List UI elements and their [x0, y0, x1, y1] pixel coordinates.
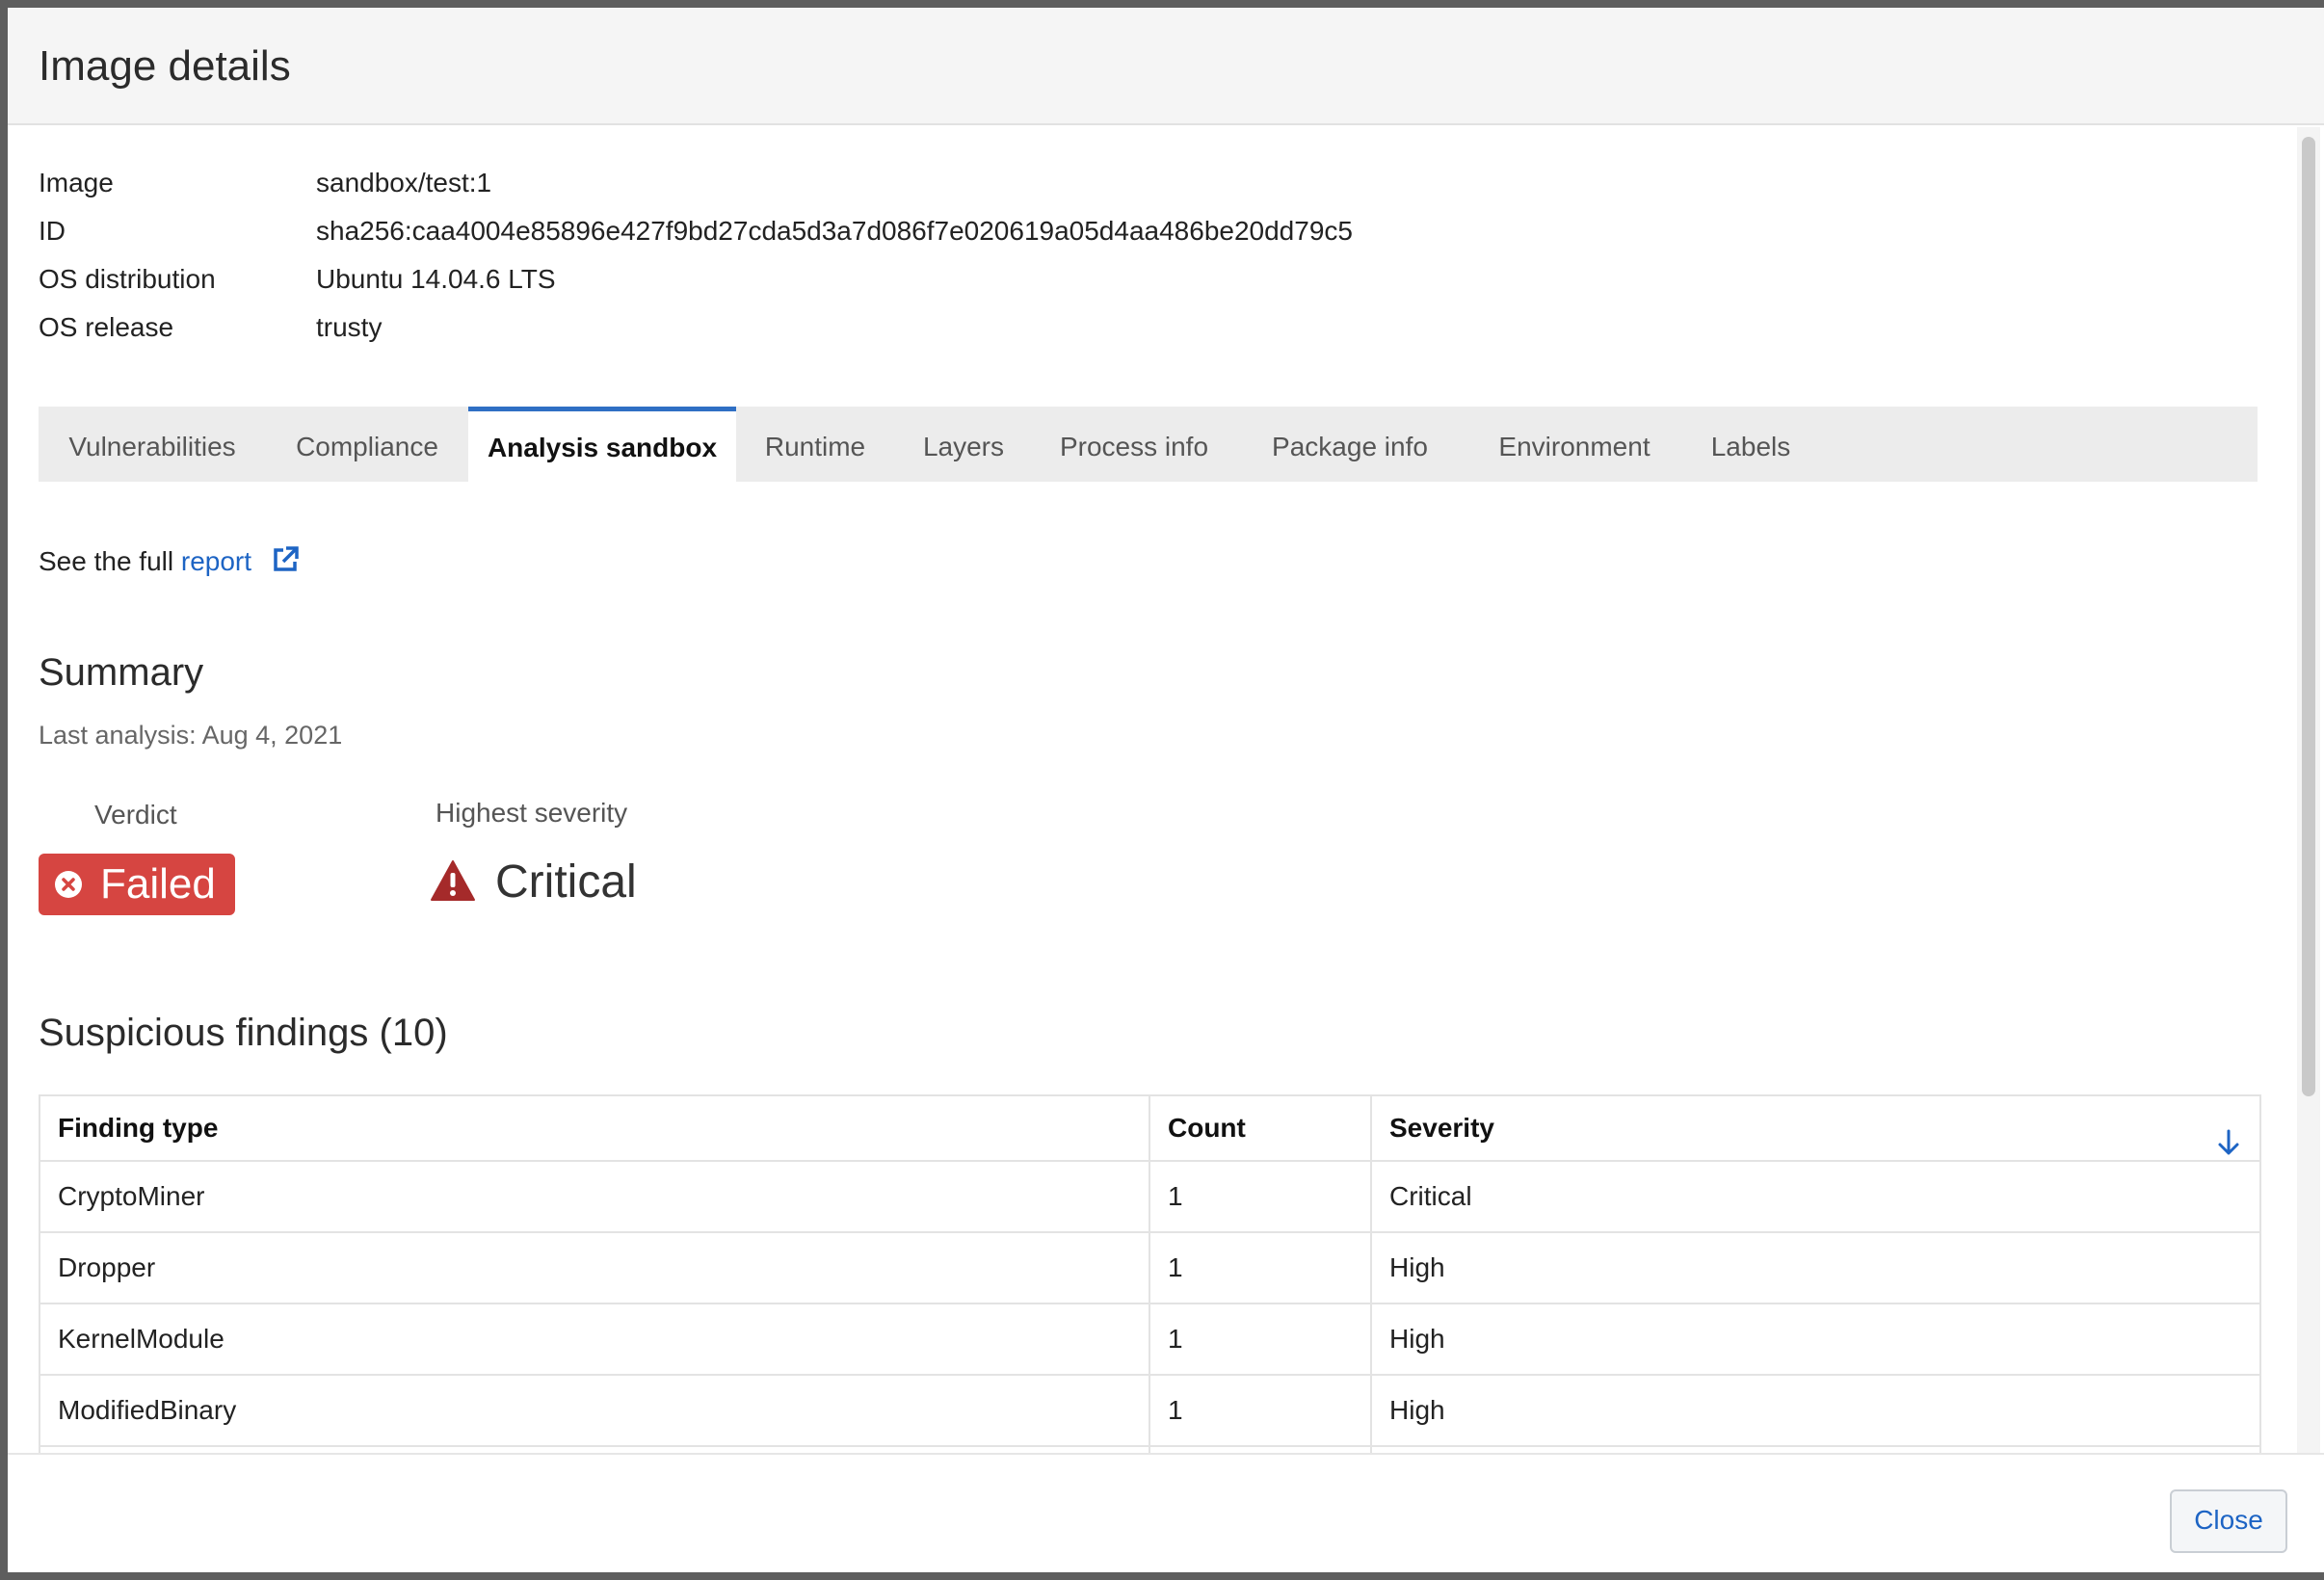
vertical-scrollbar[interactable] [2297, 127, 2320, 1453]
meta-label: OS distribution [39, 264, 216, 294]
tab-compliance[interactable]: Compliance [266, 407, 468, 482]
report-link[interactable]: report [181, 546, 251, 576]
column-header-severity-label: Severity [1389, 1113, 1494, 1143]
finding-type-cell: CryptoMiner [40, 1162, 1150, 1231]
meta-value: trusty [316, 312, 383, 342]
tab-runtime[interactable]: Runtime [736, 407, 894, 482]
image-details-dialog: Image details Image sandbox/test:1 ID sh… [8, 8, 2324, 1572]
finding-type-cell: KernelModule [40, 1304, 1150, 1374]
warning-triangle-icon [430, 859, 476, 907]
table-row[interactable]: CryptoMiner 1 Critical [40, 1162, 2259, 1233]
scrollbar-thumb[interactable] [2302, 137, 2315, 1096]
findings-table: Finding type Count Severity CryptoMiner … [39, 1094, 2261, 1455]
severity-cell: High [1389, 1395, 1445, 1425]
x-circle-icon [54, 870, 83, 904]
summary-title: Summary [39, 651, 204, 694]
full-report-line: See the full report [39, 545, 300, 581]
tab-process-info[interactable]: Process info [1033, 407, 1235, 482]
finding-type-cell: Dropper [40, 1233, 1150, 1303]
verdict-badge: Failed [39, 854, 235, 915]
column-header-severity[interactable]: Severity [1372, 1096, 2259, 1160]
tab-bar: Vulnerabilities Compliance Analysis sand… [39, 407, 2258, 482]
meta-label: OS release [39, 312, 174, 342]
last-analysis: Last analysis: Aug 4, 2021 [39, 721, 343, 750]
tab-layers[interactable]: Layers [894, 407, 1033, 482]
severity-cell: High [1389, 1324, 1445, 1354]
verdict-value: Failed [100, 860, 216, 908]
column-header-finding-type[interactable]: Finding type [40, 1096, 1150, 1160]
column-header-count[interactable]: Count [1150, 1096, 1372, 1160]
count-cell: 1 [1150, 1162, 1372, 1231]
meta-value: sandbox/test:1 [316, 168, 492, 198]
report-prefix: See the full [39, 546, 174, 576]
findings-title: Suspicious findings (10) [39, 1012, 448, 1054]
count-cell: 1 [1150, 1304, 1372, 1374]
verdict-label: Verdict [94, 800, 177, 830]
count-cell: 1 [1150, 1376, 1372, 1445]
tab-vulnerabilities[interactable]: Vulnerabilities [39, 407, 266, 482]
table-header-row: Finding type Count Severity [40, 1096, 2259, 1162]
table-row[interactable]: KernelModule 1 High [40, 1304, 2259, 1376]
meta-label: Image [39, 168, 114, 198]
external-link-icon[interactable] [271, 545, 300, 581]
dialog-header: Image details [8, 8, 2324, 125]
tab-labels[interactable]: Labels [1684, 407, 1817, 482]
dialog-footer: Close [8, 1453, 2324, 1572]
count-cell: 1 [1150, 1233, 1372, 1303]
severity-cell: High [1389, 1252, 1445, 1282]
close-button[interactable]: Close [2170, 1489, 2287, 1553]
highest-severity-label: Highest severity [436, 798, 628, 828]
dialog-title: Image details [39, 42, 291, 90]
meta-value: sha256:caa4004e85896e427f9bd27cda5d3a7d0… [316, 216, 1353, 246]
dialog-body: Image sandbox/test:1 ID sha256:caa4004e8… [8, 125, 2285, 1455]
meta-label: ID [39, 216, 66, 246]
severity-cell: Critical [1389, 1181, 1472, 1211]
tab-environment[interactable]: Environment [1465, 407, 1684, 482]
finding-type-cell: ModifiedBinary [40, 1376, 1150, 1445]
table-row[interactable]: Dropper 1 High [40, 1233, 2259, 1304]
severity-value-text: Critical [495, 856, 637, 908]
tab-package-info[interactable]: Package info [1235, 407, 1465, 482]
table-row[interactable]: ModifiedBinary 1 High [40, 1376, 2259, 1447]
meta-value: Ubuntu 14.04.6 LTS [316, 264, 556, 294]
tab-analysis-sandbox[interactable]: Analysis sandbox [468, 407, 736, 482]
